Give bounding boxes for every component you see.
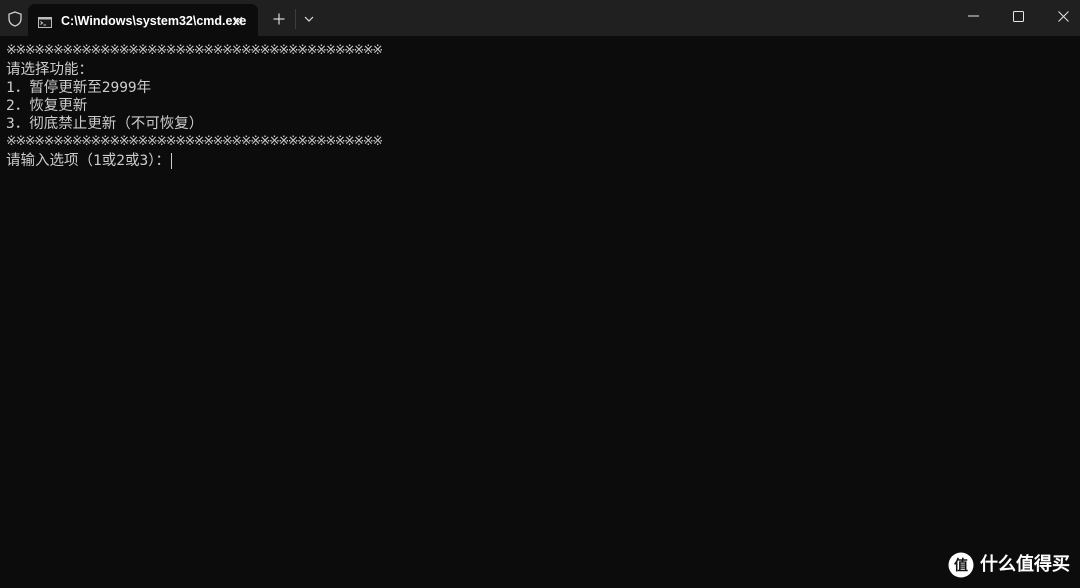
tab-divider	[295, 9, 296, 29]
plus-icon[interactable]	[270, 10, 288, 28]
title-bar[interactable]: C:\Windows\system32\cmd.exe	[0, 0, 1080, 36]
minimize-icon[interactable]	[950, 0, 996, 32]
maximize-icon[interactable]	[995, 0, 1041, 32]
input-prompt: 请输入选项（1或2或3）：	[6, 153, 170, 169]
option-1: 1．暂停更新至2999年	[6, 80, 152, 96]
prompt-title: 请选择功能：	[6, 62, 93, 78]
separator-bottom: ※※※※※※※※※※※※※※※※※※※※※※※※※※※※※※※※※※※※※※※※	[6, 134, 383, 149]
smzdm-logo: 值	[948, 552, 974, 578]
option-3: 3．彻底禁止更新（不可恢复）	[6, 116, 204, 132]
tab-cmd[interactable]: C:\Windows\system32\cmd.exe	[28, 4, 258, 36]
console-output[interactable]: ※※※※※※※※※※※※※※※※※※※※※※※※※※※※※※※※※※※※※※※※…	[6, 42, 1066, 582]
watermark-text: 什么值得买	[980, 554, 1070, 575]
text-cursor	[170, 153, 172, 169]
svg-text:值: 值	[954, 557, 968, 574]
separator-top: ※※※※※※※※※※※※※※※※※※※※※※※※※※※※※※※※※※※※※※※※	[6, 43, 383, 58]
input-line[interactable]: 请输入选项（1或2或3）：	[6, 152, 172, 170]
tab-title: C:\Windows\system32\cmd.exe	[61, 14, 247, 28]
cmd-icon	[38, 13, 52, 28]
terminal-window: C:\Windows\system32\cmd.exe ※※※※※※※※※※※※…	[0, 0, 1080, 588]
close-icon[interactable]	[1040, 0, 1080, 32]
option-2: 2．恢复更新	[6, 98, 88, 114]
chevron-down-icon[interactable]	[300, 10, 318, 28]
shield-icon[interactable]	[7, 10, 23, 27]
watermark: 值 什么值得买	[948, 550, 1076, 580]
close-icon[interactable]	[229, 12, 247, 30]
